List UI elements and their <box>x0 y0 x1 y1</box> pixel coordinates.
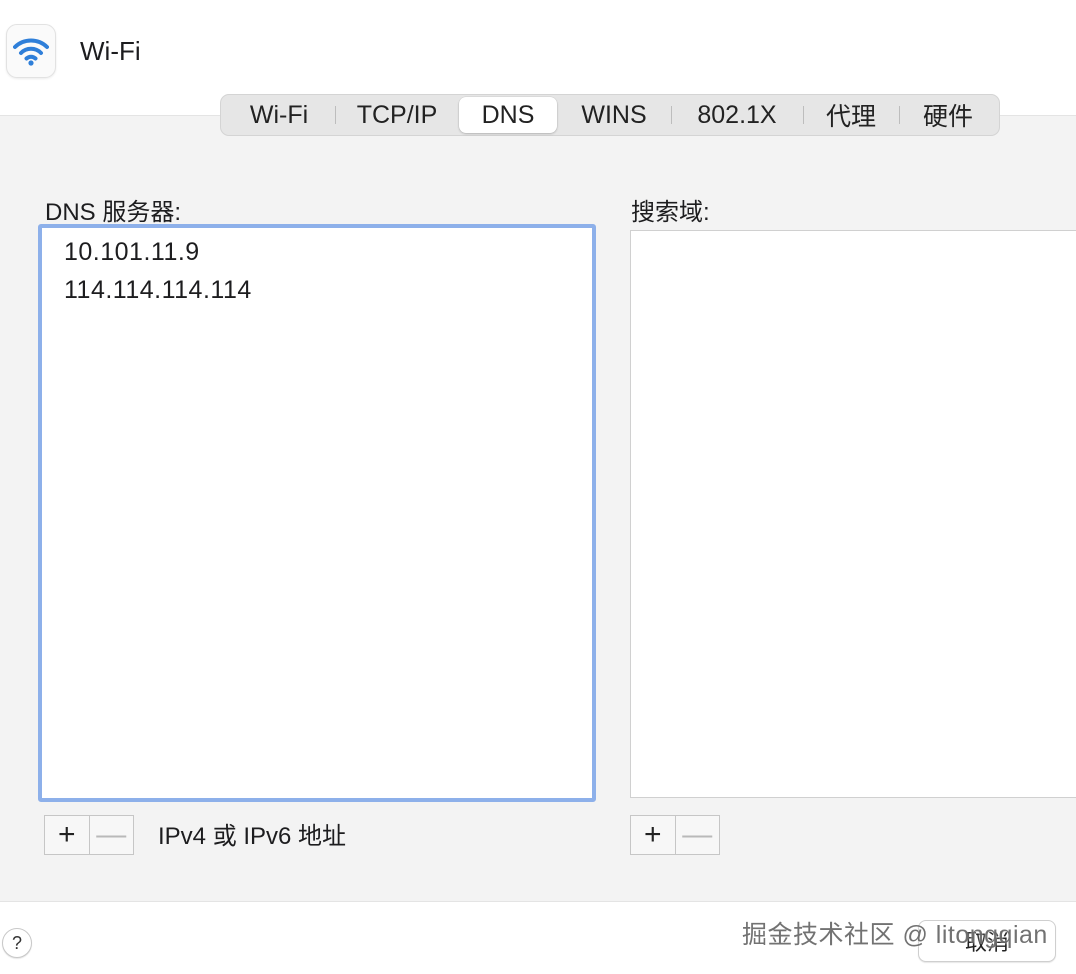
add-dns-button[interactable]: + <box>45 816 89 854</box>
address-hint: IPv4 或 IPv6 地址 <box>158 823 347 850</box>
wifi-icon <box>6 24 56 78</box>
dns-add-remove-control: + — <box>44 815 134 855</box>
tab-dns[interactable]: DNS <box>459 97 557 133</box>
list-item[interactable]: 10.101.11.9 <box>64 238 200 267</box>
tab-proxy[interactable]: 代理 <box>803 97 899 133</box>
search-add-remove-control: + — <box>630 815 720 855</box>
watermark: 掘金技术社区 @ litongqian <box>742 921 1048 949</box>
tab-bar: Wi-Fi TCP/IP DNS WINS 802.1X 代理 硬件 <box>220 94 1000 136</box>
tab-hardware[interactable]: 硬件 <box>899 97 997 133</box>
tab-wifi[interactable]: Wi-Fi <box>223 97 335 133</box>
tab-wins[interactable]: WINS <box>557 97 671 133</box>
search-domain-list[interactable] <box>630 230 1076 798</box>
remove-search-domain-button[interactable]: — <box>674 816 720 854</box>
dns-server-list[interactable]: 10.101.11.9 114.114.114.114 <box>38 224 596 802</box>
window-title: Wi-Fi <box>80 36 141 66</box>
dns-servers-label: DNS 服务器: <box>45 199 182 226</box>
tab-tcpip[interactable]: TCP/IP <box>335 97 459 133</box>
remove-dns-button[interactable]: — <box>88 816 134 854</box>
add-search-domain-button[interactable]: + <box>631 816 675 854</box>
help-button[interactable]: ? <box>2 928 32 958</box>
tab-8021x[interactable]: 802.1X <box>671 97 803 133</box>
list-item[interactable]: 114.114.114.114 <box>64 276 252 305</box>
search-domains-label: 搜索域: <box>631 199 710 226</box>
